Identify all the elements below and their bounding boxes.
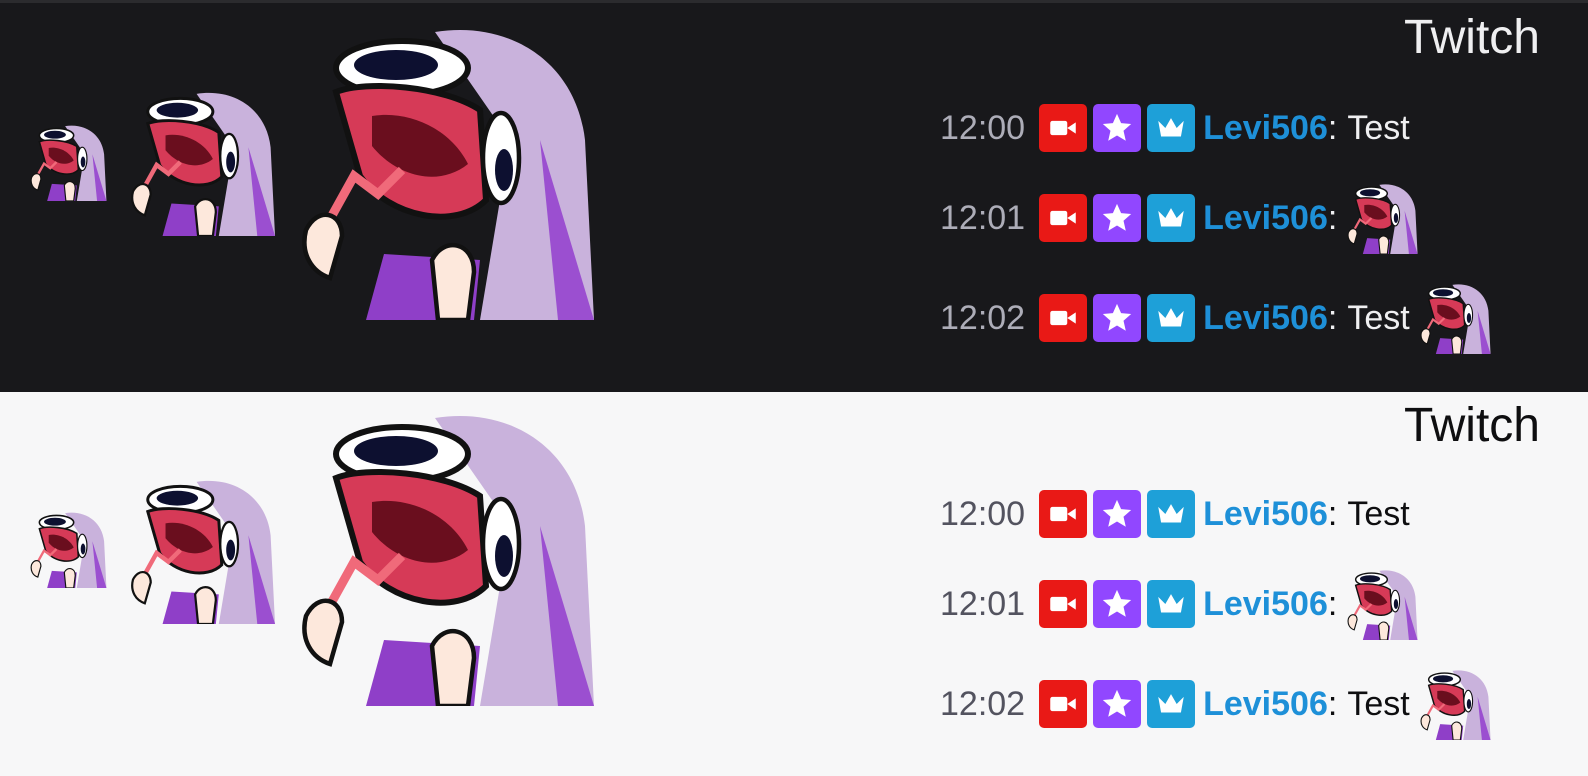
- dark-theme-panel: Twitch 12:00 Levi506: Test 12:01 Levi506…: [0, 0, 1588, 392]
- chat-colon: :: [1327, 298, 1338, 337]
- chat-line: 12:02 Levi506: Test: [940, 676, 1492, 732]
- subscriber-star-icon[interactable]: [1093, 580, 1142, 628]
- vip-crown-icon[interactable]: [1147, 194, 1196, 242]
- subscriber-star-icon[interactable]: [1093, 194, 1142, 242]
- chat-username[interactable]: Levi506: [1203, 299, 1328, 338]
- vip-crown-icon[interactable]: [1147, 680, 1196, 728]
- chat-colon: :: [1327, 684, 1338, 723]
- broadcaster-badge-icon[interactable]: [1039, 294, 1088, 342]
- chat-emote[interactable]: [1347, 182, 1419, 254]
- emote-preview-small: [30, 510, 108, 588]
- chat-timestamp: 12:00: [940, 494, 1026, 533]
- chat-username[interactable]: Levi506: [1203, 109, 1328, 148]
- vip-crown-icon[interactable]: [1147, 294, 1196, 342]
- chat-timestamp: 12:01: [940, 198, 1026, 237]
- chat-line: 12:00 Levi506: Test: [940, 100, 1410, 156]
- subscriber-star-icon[interactable]: [1093, 490, 1142, 538]
- chat-message: Test: [1347, 298, 1410, 337]
- subscriber-star-icon[interactable]: [1093, 680, 1142, 728]
- chat-line: 12:02 Levi506: Test: [940, 290, 1492, 346]
- vip-crown-icon[interactable]: [1147, 490, 1196, 538]
- chat-username[interactable]: Levi506: [1203, 199, 1328, 238]
- vip-crown-icon[interactable]: [1147, 580, 1196, 628]
- broadcaster-badge-icon[interactable]: [1039, 680, 1088, 728]
- chat-message: Test: [1347, 494, 1410, 533]
- chat-line: 12:00 Levi506: Test: [940, 486, 1410, 542]
- chat-line: 12:01 Levi506:: [940, 190, 1419, 246]
- chat-username[interactable]: Levi506: [1203, 585, 1328, 624]
- broadcaster-badge-icon[interactable]: [1039, 580, 1088, 628]
- chat-message: Test: [1347, 108, 1410, 147]
- chat-timestamp: 12:02: [940, 298, 1026, 337]
- chat-colon: :: [1327, 494, 1338, 533]
- chat-colon: :: [1327, 584, 1338, 623]
- broadcaster-badge-icon[interactable]: [1039, 194, 1088, 242]
- chat-message: Test: [1347, 684, 1410, 723]
- light-theme-panel: Twitch 12:00 Levi506: Test 12:01 Levi506…: [0, 392, 1588, 776]
- panel-title: Twitch: [1403, 399, 1540, 452]
- chat-emote[interactable]: [1420, 668, 1492, 740]
- chat-colon: :: [1327, 108, 1338, 147]
- chat-line: 12:01 Levi506:: [940, 576, 1419, 632]
- chat-timestamp: 12:02: [940, 684, 1026, 723]
- panel-title: Twitch: [1403, 11, 1540, 64]
- subscriber-star-icon[interactable]: [1093, 104, 1142, 152]
- broadcaster-badge-icon[interactable]: [1039, 490, 1088, 538]
- chat-timestamp: 12:01: [940, 584, 1026, 623]
- chat-emote[interactable]: [1420, 282, 1492, 354]
- chat-username[interactable]: Levi506: [1203, 495, 1328, 534]
- vip-crown-icon[interactable]: [1147, 104, 1196, 152]
- broadcaster-badge-icon[interactable]: [1039, 104, 1088, 152]
- panel-top-border: [0, 0, 1588, 3]
- subscriber-star-icon[interactable]: [1093, 294, 1142, 342]
- emote-preview-medium: [130, 476, 278, 624]
- emote-preview-large: [300, 20, 600, 320]
- emote-preview-medium: [130, 88, 278, 236]
- chat-timestamp: 12:00: [940, 108, 1026, 147]
- chat-emote[interactable]: [1347, 568, 1419, 640]
- emote-preview-small: [30, 123, 108, 201]
- chat-username[interactable]: Levi506: [1203, 685, 1328, 724]
- chat-colon: :: [1327, 198, 1338, 237]
- emote-preview-large: [300, 406, 600, 706]
